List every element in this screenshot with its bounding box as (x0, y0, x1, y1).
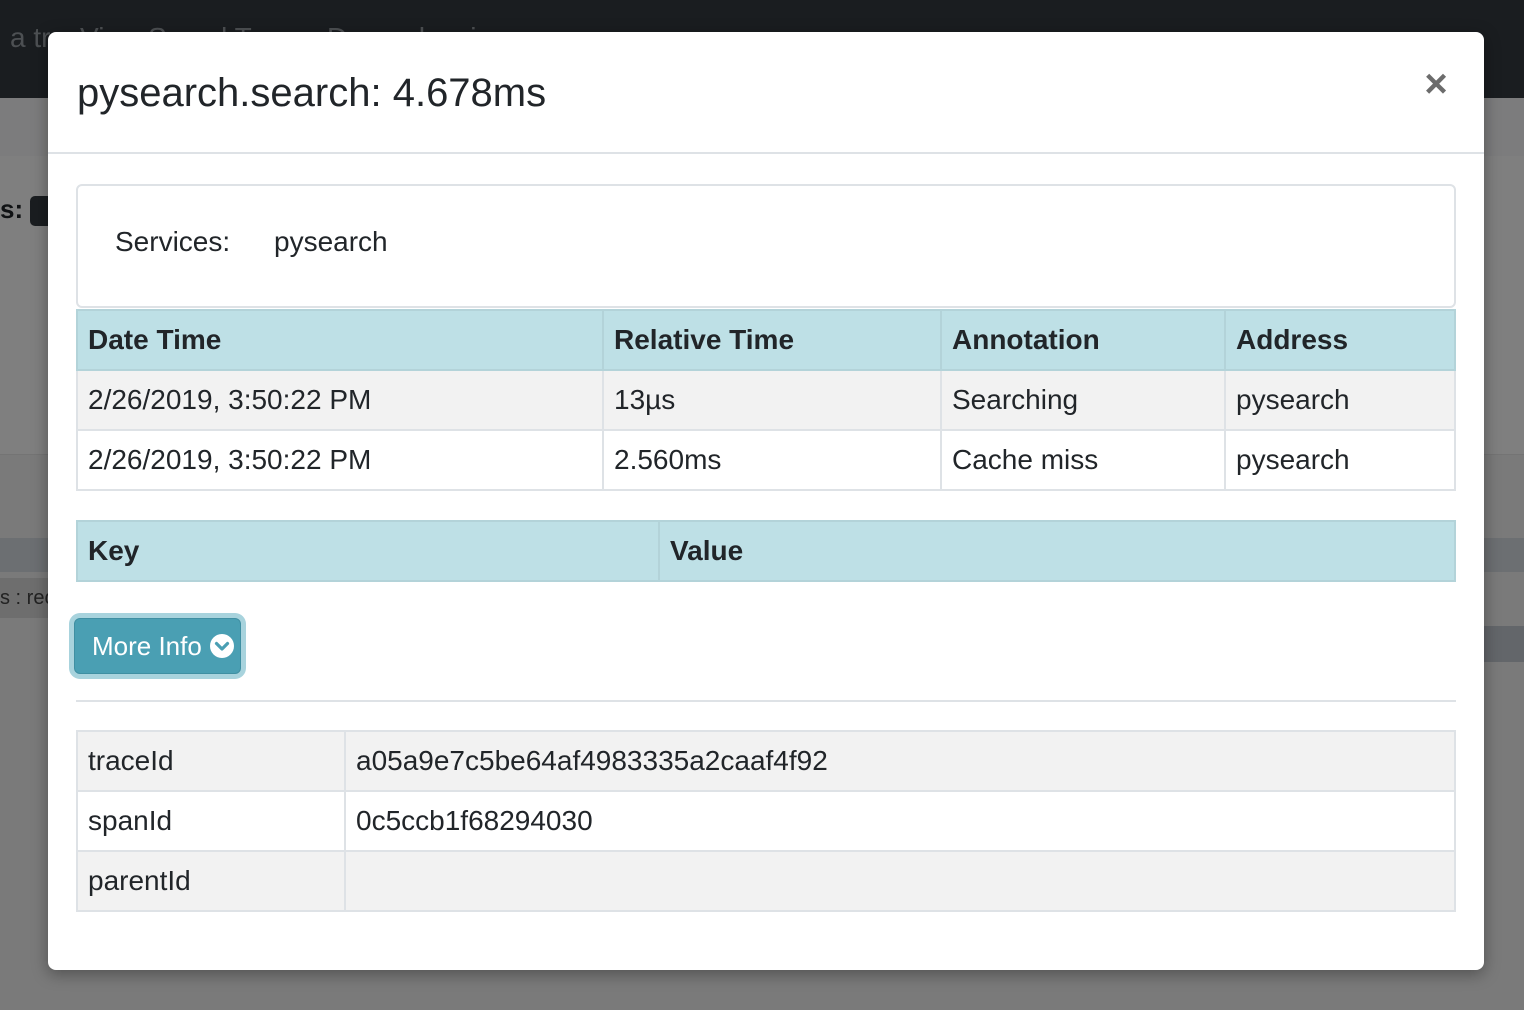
annotation-cell: Cache miss (940, 429, 1226, 491)
modal-title: pysearch.search: 4.678ms (77, 71, 547, 115)
id-key-cell: parentId (76, 850, 346, 912)
services-label: Services: (115, 226, 231, 257)
date-time-cell: 2/26/2019, 3:50:22 PM (76, 369, 604, 431)
column-header-key: Key (76, 520, 660, 582)
span-ids-table: traceId a05a9e7c5be64af4983335a2caaf4f92… (76, 730, 1456, 912)
id-key-cell: spanId (76, 790, 346, 852)
tags-header-row: Key Value (76, 520, 1456, 582)
address-cell: pysearch (1224, 369, 1456, 431)
column-header-relative-time: Relative Time (602, 309, 942, 371)
column-header-address: Address (1224, 309, 1456, 371)
date-time-cell: 2/26/2019, 3:50:22 PM (76, 429, 604, 491)
chevron-circle-down-icon (209, 634, 234, 659)
more-info-label: More Info (92, 631, 202, 661)
column-header-value: Value (658, 520, 1456, 582)
table-row: 2/26/2019, 3:50:22 PM 2.560ms Cache miss… (76, 429, 1456, 491)
id-value-cell: 0c5ccb1f68294030 (344, 790, 1456, 852)
table-row: traceId a05a9e7c5be64af4983335a2caaf4f92 (76, 730, 1456, 792)
table-row: parentId (76, 850, 1456, 912)
table-row: spanId 0c5ccb1f68294030 (76, 790, 1456, 852)
services-value: pysearch (274, 226, 388, 257)
annotations-header-row: Date Time Relative Time Annotation Addre… (76, 309, 1456, 371)
more-info-button[interactable]: More Info (74, 618, 241, 674)
id-value-cell: a05a9e7c5be64af4983335a2caaf4f92 (344, 730, 1456, 792)
close-button[interactable]: × (1418, 64, 1454, 104)
id-key-cell: traceId (76, 730, 346, 792)
column-header-date-time: Date Time (76, 309, 604, 371)
tags-table: Key Value (76, 520, 1456, 582)
id-value-cell (344, 850, 1456, 912)
divider (76, 700, 1456, 702)
annotations-table: Date Time Relative Time Annotation Addre… (76, 309, 1456, 491)
modal-header: pysearch.search: 4.678ms × (48, 32, 1484, 154)
relative-time-cell: 2.560ms (602, 429, 942, 491)
address-cell: pysearch (1224, 429, 1456, 491)
relative-time-cell: 13µs (602, 369, 942, 431)
column-header-annotation: Annotation (940, 309, 1226, 371)
annotation-cell: Searching (940, 369, 1226, 431)
table-row: 2/26/2019, 3:50:22 PM 13µs Searching pys… (76, 369, 1456, 431)
services-card: Services: pysearch (76, 184, 1456, 308)
